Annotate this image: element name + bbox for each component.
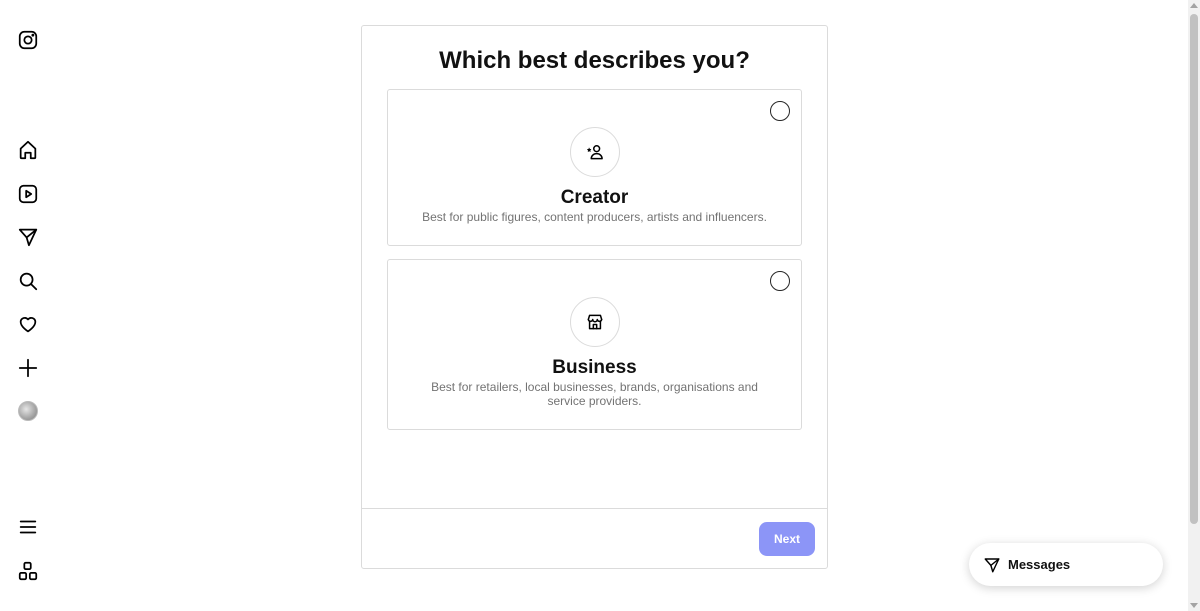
sidebar-item-also-from-meta[interactable] xyxy=(14,557,42,585)
sidebar-item-direct[interactable] xyxy=(14,223,42,251)
direct-icon xyxy=(984,557,1000,572)
business-title: Business xyxy=(552,357,637,378)
direct-icon xyxy=(18,228,38,247)
menu-icon xyxy=(19,520,37,534)
grid-icon xyxy=(18,561,38,581)
account-type-card: Which best describes you? Creator Best f… xyxy=(361,25,828,569)
sidebar-item-create[interactable] xyxy=(14,354,42,382)
heart-icon xyxy=(19,317,37,333)
scroll-thumb[interactable] xyxy=(1190,14,1198,524)
person-star-icon xyxy=(586,145,603,160)
reels-icon xyxy=(18,184,38,204)
business-description: Best for retailers, local businesses, br… xyxy=(431,380,758,408)
scroll-up-arrow-icon[interactable] xyxy=(1190,3,1198,8)
card-divider xyxy=(362,508,827,509)
sidebar-item-more[interactable] xyxy=(14,513,42,541)
plus-icon xyxy=(18,358,38,378)
home-icon xyxy=(19,140,37,160)
page-title: Which best describes you? xyxy=(439,47,750,74)
sidebar-item-notifications[interactable] xyxy=(14,310,42,338)
page-scrollbar[interactable] xyxy=(1188,0,1200,611)
business-radio[interactable] xyxy=(770,271,790,291)
messages-label: Messages xyxy=(1008,557,1071,572)
storefront-icon xyxy=(587,314,602,330)
business-icon-badge xyxy=(569,297,620,347)
sidebar-item-profile[interactable] xyxy=(14,397,42,425)
business-option[interactable]: Business Best for retailers, local busin… xyxy=(387,259,802,430)
instagram-logo-button[interactable] xyxy=(14,26,42,54)
creator-option[interactable]: Creator Best for public figures, content… xyxy=(387,89,802,246)
creator-title: Creator xyxy=(560,187,629,208)
sidebar-item-search[interactable] xyxy=(14,267,42,295)
next-button[interactable]: Next xyxy=(759,522,815,556)
scroll-down-arrow-icon[interactable] xyxy=(1190,603,1198,608)
avatar xyxy=(18,401,38,421)
messages-button[interactable]: Messages xyxy=(969,543,1163,586)
sidebar-item-home[interactable] xyxy=(14,136,42,164)
search-icon xyxy=(19,272,38,291)
creator-radio[interactable] xyxy=(770,101,790,121)
instagram-icon xyxy=(18,30,38,50)
sidebar xyxy=(0,0,56,611)
creator-icon-badge xyxy=(569,127,620,177)
sidebar-item-reels[interactable] xyxy=(14,180,42,208)
creator-description: Best for public figures, content produce… xyxy=(422,210,767,224)
